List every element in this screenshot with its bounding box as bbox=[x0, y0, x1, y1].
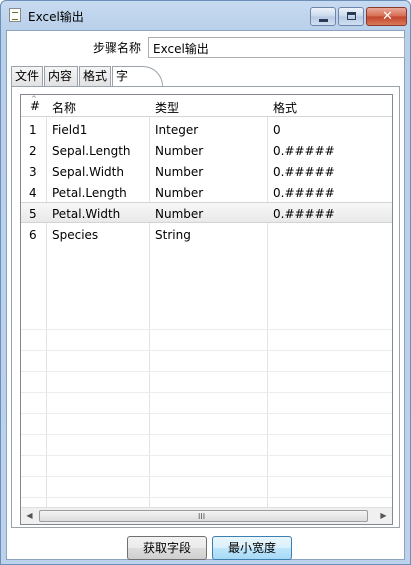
field-name[interactable]: Field1 bbox=[52, 123, 87, 137]
close-icon: ✕ bbox=[382, 9, 393, 24]
minimum-width-button[interactable]: 最小宽度 bbox=[212, 536, 292, 560]
field-format[interactable]: 0.##### bbox=[273, 207, 335, 221]
field-format[interactable]: 0 bbox=[273, 123, 281, 137]
field-type[interactable]: Number bbox=[155, 207, 203, 221]
row-number: 5 bbox=[29, 207, 37, 221]
table-row[interactable]: 6 Species String bbox=[21, 224, 392, 245]
dialog-window: Excel输出 ✕ 步骤名称 Excel输出 文件 内容 格式 字段 bbox=[0, 0, 411, 565]
minimize-icon bbox=[319, 19, 328, 22]
tab-fields-edge bbox=[141, 66, 163, 87]
field-format[interactable]: 0.##### bbox=[273, 186, 335, 200]
field-type[interactable]: Number bbox=[155, 165, 203, 179]
tab-format[interactable]: 格式 bbox=[79, 66, 111, 86]
table-row[interactable]: 3 Sepal.Width Number 0.##### bbox=[21, 161, 392, 182]
field-name[interactable]: Species bbox=[52, 228, 98, 242]
horizontal-scrollbar[interactable]: ◀ III ▶ bbox=[21, 507, 392, 524]
tab-fields[interactable]: 字段 bbox=[112, 66, 142, 101]
field-type[interactable]: Number bbox=[155, 144, 203, 158]
row-number: 3 bbox=[29, 165, 37, 179]
scrollbar-thumb[interactable]: III bbox=[39, 510, 368, 522]
minimize-button[interactable] bbox=[310, 7, 336, 26]
dialog-client-area: 步骤名称 Excel输出 文件 内容 格式 字段 bbox=[6, 30, 405, 560]
field-format[interactable]: 0.##### bbox=[273, 144, 335, 158]
maximize-icon bbox=[347, 12, 356, 20]
row-number: 6 bbox=[29, 228, 37, 242]
scroll-right-icon[interactable]: ▶ bbox=[375, 508, 392, 524]
field-name[interactable]: Petal.Length bbox=[52, 186, 127, 200]
window-title: Excel输出 bbox=[28, 10, 84, 24]
get-fields-button[interactable]: 获取字段 bbox=[127, 536, 207, 560]
field-name[interactable]: Sepal.Length bbox=[52, 144, 131, 158]
scroll-left-icon[interactable]: ◀ bbox=[21, 508, 38, 524]
row-number: 2 bbox=[29, 144, 37, 158]
column-header-name[interactable]: 名称 bbox=[52, 99, 76, 116]
step-name-label: 步骤名称 bbox=[93, 41, 142, 55]
table-row[interactable]: 2 Sepal.Length Number 0.##### bbox=[21, 140, 392, 161]
fields-tab-panel: ^ # 名称 类型 格式 1 Field1 Integer 0 2 Sepal.… bbox=[11, 86, 400, 528]
field-format[interactable]: 0.##### bbox=[273, 165, 335, 179]
table-header: ^ # 名称 类型 格式 bbox=[21, 95, 392, 117]
column-header-num[interactable]: # bbox=[30, 99, 40, 113]
column-header-type[interactable]: 类型 bbox=[155, 99, 179, 116]
field-type[interactable]: Integer bbox=[155, 123, 198, 137]
title-bar: Excel输出 ✕ bbox=[1, 1, 410, 29]
table-row[interactable]: 4 Petal.Length Number 0.##### bbox=[21, 182, 392, 203]
field-name[interactable]: Petal.Width bbox=[52, 207, 120, 221]
grip-icon: III bbox=[198, 512, 206, 521]
tab-content[interactable]: 内容 bbox=[44, 66, 78, 86]
fields-table: ^ # 名称 类型 格式 1 Field1 Integer 0 2 Sepal.… bbox=[20, 94, 393, 525]
row-number: 4 bbox=[29, 186, 37, 200]
table-row[interactable]: 1 Field1 Integer 0 bbox=[21, 119, 392, 140]
step-name-input[interactable]: Excel输出 bbox=[148, 37, 405, 58]
document-icon bbox=[9, 8, 21, 22]
table-row-selected[interactable]: 5 Petal.Width Number 0.##### bbox=[21, 202, 392, 223]
tab-file[interactable]: 文件 bbox=[11, 66, 43, 86]
field-type[interactable]: Number bbox=[155, 186, 203, 200]
maximize-button[interactable] bbox=[338, 7, 364, 26]
close-button[interactable]: ✕ bbox=[366, 7, 407, 26]
field-name[interactable]: Sepal.Width bbox=[52, 165, 124, 179]
column-header-format[interactable]: 格式 bbox=[273, 99, 297, 116]
field-type[interactable]: String bbox=[155, 228, 191, 242]
row-number: 1 bbox=[29, 123, 37, 137]
